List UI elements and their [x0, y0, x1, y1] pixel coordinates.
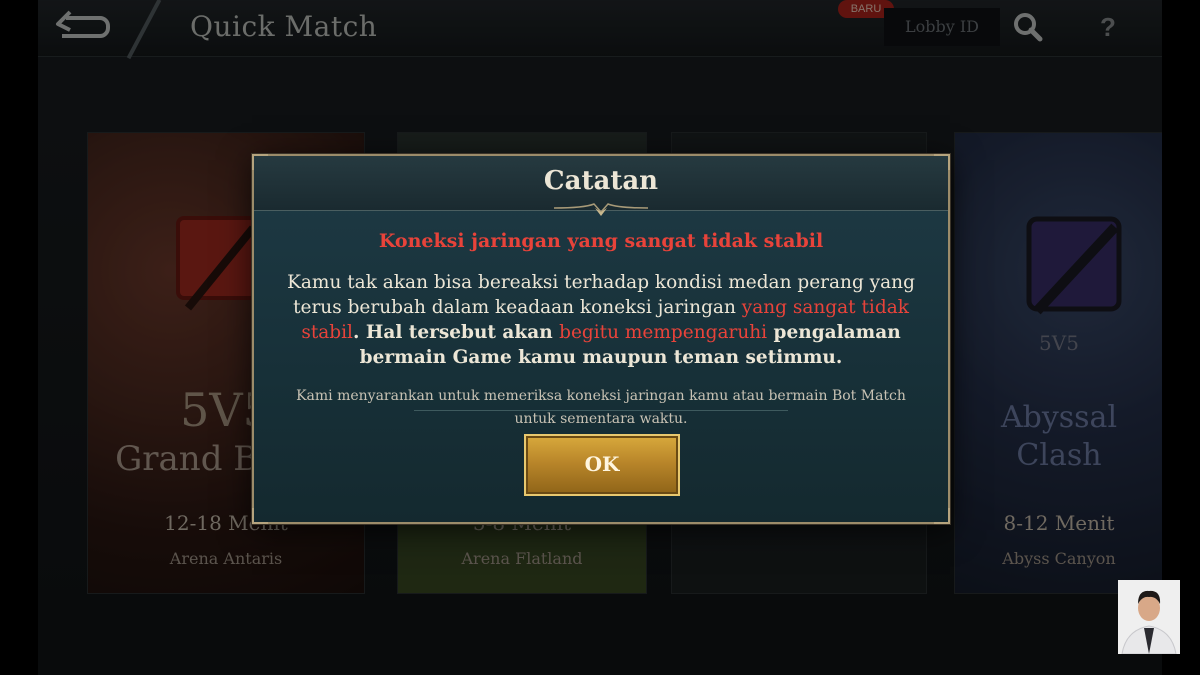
ok-button-label: OK — [584, 452, 620, 476]
webcam-overlay — [1118, 580, 1180, 654]
warning-title: Koneksi jaringan yang sangat tidak stabi… — [378, 230, 824, 252]
ornament-icon — [554, 203, 648, 216]
message-highlight: begitu mempengaruhi — [559, 322, 768, 343]
header-divider — [126, 0, 162, 60]
card-mode-label: 5V5 — [1039, 331, 1079, 355]
search-icon — [1014, 13, 1043, 42]
ok-button[interactable]: OK — [524, 434, 680, 496]
card-duration: 8-12 Menit — [1003, 511, 1115, 535]
back-arrow-icon — [56, 10, 110, 38]
mode-card-abyssal-clash[interactable]: 5V5 Abyssal Clash 8-12 Menit Abyss Canyo… — [954, 132, 1162, 594]
search-button[interactable] — [1008, 8, 1048, 46]
card-map-name: Arena Antaris — [169, 549, 283, 568]
top-bar: Quick Match BARU Lobby ID ? — [38, 0, 1162, 60]
presenter-avatar-icon — [1118, 580, 1180, 654]
main-message: Kamu tak akan bisa bereaksi terhadap kon… — [276, 270, 926, 370]
suggestion-message: Kami menyarankan untuk memeriksa koneksi… — [296, 388, 906, 427]
card-map-name: Arena Flatland — [461, 549, 583, 568]
sword-emblem-icon — [1026, 216, 1122, 315]
message-text: . Hal tersebut akan — [352, 322, 560, 343]
back-button[interactable] — [52, 8, 112, 46]
dialog-title: Catatan — [543, 166, 659, 196]
frame-corner — [934, 508, 950, 524]
help-button[interactable]: ? — [1088, 8, 1128, 46]
lobby-id-button[interactable]: Lobby ID — [884, 8, 1000, 46]
network-warning-dialog: Catatan Koneksi jaringan yang sangat tid… — [252, 154, 950, 524]
card-map-name: Abyss Canyon — [1002, 549, 1116, 568]
card-mode-name: Abyssal Clash — [1000, 400, 1118, 473]
page-title: Quick Match — [190, 10, 378, 43]
frame-corner — [252, 508, 268, 524]
